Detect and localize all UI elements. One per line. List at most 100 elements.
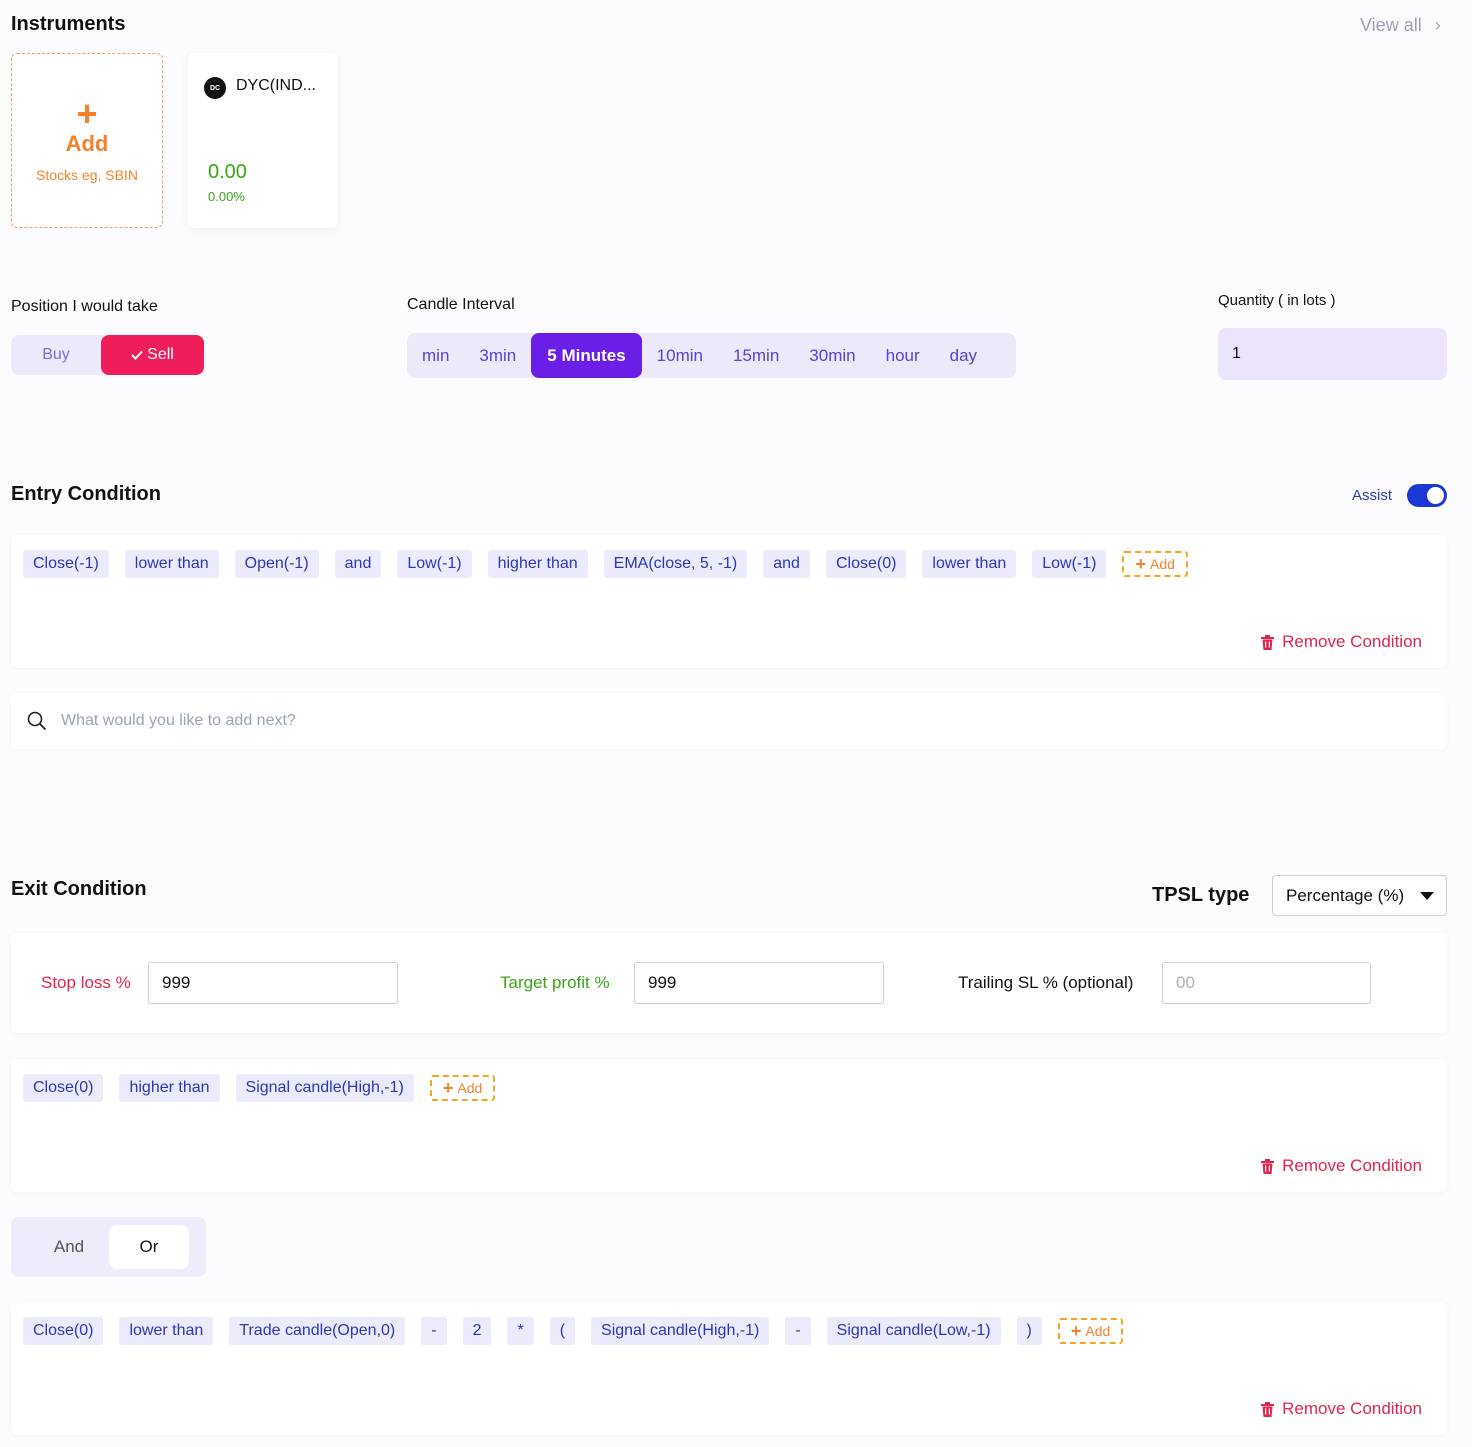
trash-icon (1261, 1158, 1275, 1174)
condition-chip[interactable]: higher than (487, 550, 588, 578)
condition-chip[interactable]: Close(-1) (23, 550, 109, 578)
stop-loss-label: Stop loss % (41, 973, 131, 992)
stop-loss-input[interactable]: 999 (148, 962, 398, 1004)
exit-chips-2: Close(0) lower than Trade candle(Open,0)… (23, 1317, 1124, 1345)
add-condition-button[interactable]: + Add (1122, 551, 1188, 577)
condition-chip[interactable]: Signal candle(High,-1) (591, 1317, 770, 1345)
condition-chip[interactable]: EMA(close, 5, -1) (603, 550, 748, 578)
sell-label: Sell (147, 346, 174, 363)
condition-chip[interactable]: - (421, 1317, 447, 1345)
plus-icon: + (76, 92, 98, 134)
search-icon (27, 711, 47, 731)
tpsl-type-label: TPSL type (1152, 884, 1250, 906)
condition-chip[interactable]: - (785, 1317, 811, 1345)
trash-icon (1261, 634, 1275, 650)
interval-min[interactable]: min (407, 333, 464, 378)
position-toggle: Buy Sell (11, 335, 204, 375)
check-icon (131, 350, 143, 360)
condition-chip[interactable]: Close(0) (23, 1074, 104, 1102)
remove-condition-button[interactable]: Remove Condition (1261, 632, 1422, 652)
instrument-price: 0.00 (208, 161, 247, 183)
interval-15min[interactable]: 15min (718, 333, 794, 378)
logic-or-button[interactable]: Or (109, 1225, 189, 1269)
remove-condition-button[interactable]: Remove Condition (1261, 1399, 1422, 1419)
trailing-sl-label: Trailing SL % (optional) (958, 973, 1134, 992)
view-all-link[interactable]: View all › (1360, 15, 1441, 36)
condition-search[interactable]: What would you like to add next? (11, 693, 1447, 749)
condition-chip[interactable]: Low(-1) (1032, 550, 1107, 578)
remove-condition-label: Remove Condition (1282, 1399, 1422, 1418)
condition-chip[interactable]: lower than (119, 1317, 214, 1345)
logic-and-button[interactable]: And (29, 1225, 109, 1269)
entry-condition-panel: Close(-1) lower than Open(-1) and Low(-1… (11, 535, 1447, 668)
plus-icon: + (1070, 1321, 1082, 1341)
tpsl-panel: Stop loss % 999 Target profit % 999 Trai… (11, 933, 1447, 1033)
condition-chip[interactable]: Close(0) (825, 550, 907, 578)
condition-chip[interactable]: ( (549, 1317, 576, 1345)
trailing-sl-input[interactable]: 00 (1162, 962, 1371, 1004)
instruments-title: Instruments (11, 13, 126, 35)
add-instrument-hint: Stocks eg, SBIN (36, 166, 138, 183)
caret-down-icon (1420, 892, 1434, 900)
quantity-input[interactable]: 1 (1218, 328, 1447, 380)
exit-condition-panel-1: Close(0) higher than Signal candle(High,… (11, 1059, 1447, 1192)
condition-chip[interactable]: Low(-1) (397, 550, 472, 578)
condition-chip[interactable]: and (334, 550, 382, 578)
candle-interval-label: Candle Interval (407, 296, 515, 313)
sell-button[interactable]: Sell (101, 335, 204, 375)
condition-chip[interactable]: higher than (119, 1074, 220, 1102)
condition-chip[interactable]: Signal candle(High,-1) (235, 1074, 414, 1102)
candle-interval-selector: min 3min 5 Minutes 10min 15min 30min hou… (407, 333, 1016, 378)
logic-toggle: And Or (11, 1217, 206, 1277)
view-all-label: View all (1360, 15, 1422, 35)
trash-icon (1261, 1401, 1275, 1417)
instrument-logo: DC (204, 77, 226, 99)
instrument-card[interactable]: DC DYC(IND... 0.00 0.00% (188, 53, 338, 228)
condition-chip[interactable]: Close(0) (23, 1317, 104, 1345)
interval-10min[interactable]: 10min (642, 333, 718, 378)
interval-30min[interactable]: 30min (794, 333, 870, 378)
condition-chip[interactable]: ) (1016, 1317, 1042, 1345)
interval-5min[interactable]: 5 Minutes (531, 333, 642, 378)
quantity-label: Quantity ( in lots ) (1218, 292, 1336, 309)
condition-chip[interactable]: Open(-1) (234, 550, 319, 578)
entry-chips: Close(-1) lower than Open(-1) and Low(-1… (23, 550, 1188, 578)
entry-condition-title: Entry Condition (11, 483, 161, 505)
instrument-name: DYC(IND... (236, 77, 316, 94)
search-placeholder: What would you like to add next? (61, 712, 296, 729)
condition-chip[interactable]: Signal candle(Low,-1) (826, 1317, 1001, 1345)
condition-chip[interactable]: lower than (124, 550, 219, 578)
add-instrument-card[interactable]: + Add Stocks eg, SBIN (11, 53, 163, 228)
condition-chip[interactable]: lower than (922, 550, 1017, 578)
chevron-right-icon: › (1434, 15, 1441, 35)
interval-day[interactable]: day (935, 333, 992, 378)
add-condition-button[interactable]: + Add (1057, 1318, 1124, 1344)
exit-condition-panel-2: Close(0) lower than Trade candle(Open,0)… (11, 1302, 1447, 1435)
interval-hour[interactable]: hour (871, 333, 935, 378)
buy-button[interactable]: Buy (11, 335, 101, 375)
tpsl-type-value: Percentage (%) (1286, 885, 1405, 905)
target-profit-label: Target profit % (500, 973, 610, 992)
remove-condition-label: Remove Condition (1282, 632, 1422, 651)
condition-chip[interactable]: * (507, 1317, 534, 1345)
exit-condition-title: Exit Condition (11, 878, 147, 900)
add-condition-button[interactable]: + Add (429, 1075, 496, 1101)
interval-3min[interactable]: 3min (464, 333, 531, 378)
assist-label: Assist (1352, 487, 1393, 504)
tpsl-type-select[interactable]: Percentage (%) (1272, 875, 1447, 916)
condition-chip[interactable]: Trade candle(Open,0) (229, 1317, 406, 1345)
remove-condition-label: Remove Condition (1282, 1156, 1422, 1175)
target-profit-input[interactable]: 999 (634, 962, 884, 1004)
toggle-knob (1427, 487, 1444, 504)
add-condition-label: Add (1150, 556, 1175, 572)
add-instrument-label: Add (65, 130, 109, 156)
add-condition-label: Add (457, 1080, 483, 1096)
position-label: Position I would take (11, 298, 158, 315)
remove-condition-button[interactable]: Remove Condition (1261, 1156, 1422, 1176)
condition-chip[interactable]: 2 (462, 1317, 492, 1345)
instrument-change: 0.00% (208, 189, 245, 204)
plus-icon: + (1135, 554, 1146, 574)
assist-toggle[interactable] (1407, 484, 1447, 507)
plus-icon: + (442, 1078, 454, 1098)
condition-chip[interactable]: and (763, 550, 810, 578)
